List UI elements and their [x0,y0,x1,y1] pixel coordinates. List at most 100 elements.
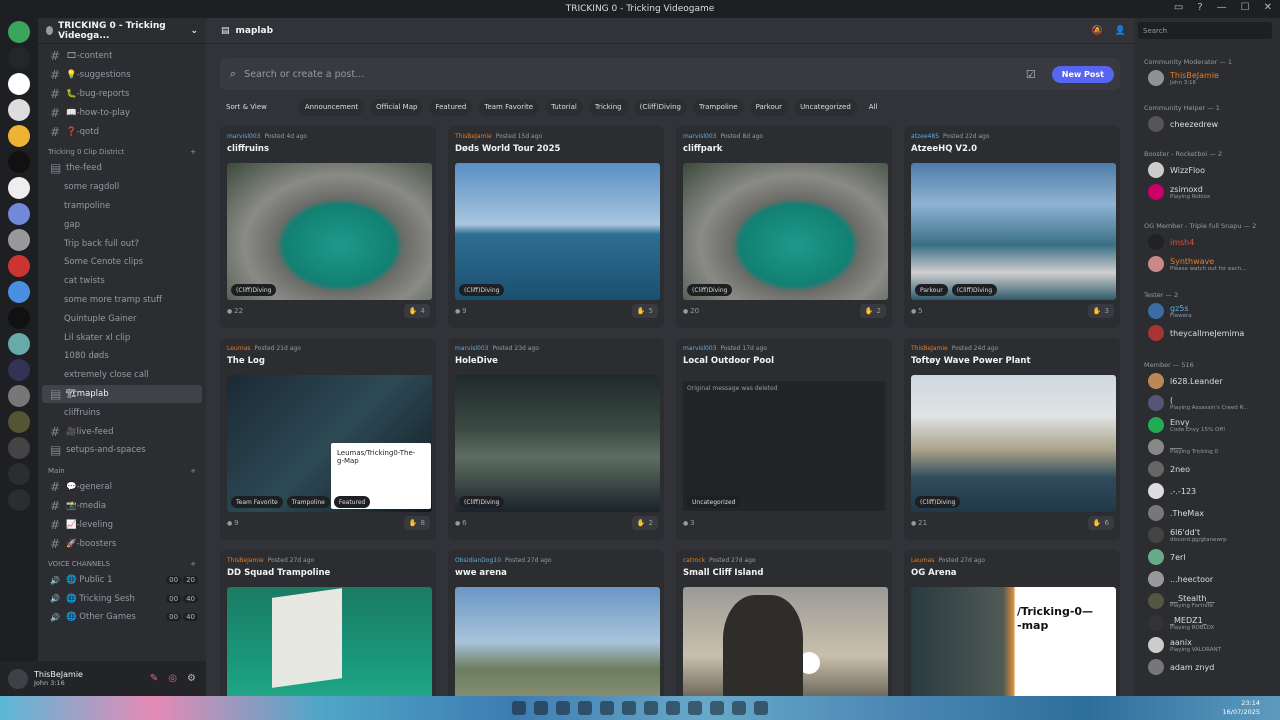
member-item[interactable]: aanix Playing VALORANT [1148,637,1221,653]
post-card[interactable]: ThisBeJamie Posted 24d ago Toftøy Wave Pow… [904,338,1120,540]
channel-item[interactable]: # 💬-general [38,478,206,497]
tag-filter[interactable]: Tricking [588,98,628,116]
member-item[interactable]: WizzFloo [1148,162,1205,178]
tag-filter[interactable]: Uncategorized [794,98,857,116]
post-card[interactable]: Leumas Posted 27d ago OG Arena/Tricking-0—… [904,550,1120,696]
taskbar-app-icon[interactable] [600,701,614,715]
post-card[interactable]: marvisl003 Posted 8d ago cliffpark (Cliff)D… [676,126,892,328]
reaction-button[interactable]: ✋ 4 [403,304,430,318]
tag-filter[interactable]: Team Favorite [478,98,540,116]
member-item[interactable]: 2neo [1148,461,1190,477]
member-item[interactable]: 7erl [1148,549,1186,565]
post-thumbnail[interactable] [683,587,888,696]
add-channel-icon[interactable]: + [190,560,196,568]
server-icon[interactable] [8,411,30,433]
tag-filter[interactable]: Parkour [749,98,789,116]
thread-item[interactable]: Quintuple Gainer [38,309,206,328]
post-thumbnail[interactable] [455,587,660,696]
channel-item[interactable]: # 🎞-content [38,47,206,66]
member-item[interactable]: ___ Playing Tricking 0 [1148,439,1218,455]
thread-item[interactable]: Lil skater xl clip [38,328,206,347]
post-card[interactable]: atzee485 Posted 22d ago AtzeeHQ V2.0 Parkou… [904,126,1120,328]
tag-filter[interactable]: Official Map [370,98,424,116]
server-icon[interactable] [8,47,30,69]
members-icon[interactable]: 👤 [1115,26,1126,36]
reaction-button[interactable]: ✋ 3 [1087,304,1114,318]
post-card[interactable]: ObsidianDog10 Posted 27d ago wwe arena [448,550,664,696]
checklist-icon[interactable]: ☑ [1026,68,1036,81]
member-item[interactable]: (Playing Assassin's Creed R... [1148,395,1248,411]
member-item[interactable]: ...heectoor [1148,571,1213,587]
post-author[interactable]: Leumas [911,557,934,564]
thread-item[interactable]: gap [38,215,206,234]
post-title[interactable]: Small Cliff Island [683,568,763,578]
server-icon[interactable] [8,359,30,381]
channel-item[interactable]: # 📖-how-to-play [38,103,206,122]
thread-item[interactable]: extremely close call [38,366,206,385]
add-channel-icon[interactable]: + [190,148,196,156]
channel-item[interactable]: # 💡-suggestions [38,66,206,85]
post-author[interactable]: ThisBeJamie [911,345,948,352]
post-author[interactable]: atzee485 [911,133,939,140]
tag-filter[interactable]: All [863,99,884,116]
member-item[interactable]: .-.-123 [1148,483,1196,499]
post-author[interactable]: marvisl003 [455,345,488,352]
server-icon[interactable] [8,125,30,147]
member-item[interactable]: 6l6'dd't discord.gg/gtanewrp [1148,527,1227,543]
post-card[interactable]: ThisBeJamie Posted 27d ago DD Squad Trampo… [220,550,436,696]
member-item[interactable]: imsh4 [1148,234,1194,250]
category-main[interactable]: Main + [38,460,206,478]
taskbar-app-icon[interactable] [732,701,746,715]
thread-item[interactable]: 1080 døds [38,347,206,366]
thread-item[interactable]: Some Cenote clips [38,253,206,272]
server-icon[interactable] [8,437,30,459]
close-icon[interactable]: ✕ [1264,2,1272,13]
channel-item[interactable]: # 🐛-bug-reports [38,85,206,104]
post-thumbnail[interactable] [455,163,660,300]
post-author[interactable]: marvisl003 [683,133,716,140]
post-title[interactable]: cliffpark [683,144,722,154]
taskbar-app-icon[interactable] [556,701,570,715]
server-icon[interactable] [8,151,30,173]
post-title[interactable]: Døds World Tour 2025 [455,144,560,154]
member-item[interactable]: _MEDZ1_ Playing ROBLOX [1148,615,1214,631]
channel-item[interactable]: # 📈-leveling [38,515,206,534]
category-voice[interactable]: VOICE CHANNELS + [38,553,206,571]
post-title[interactable]: HoleDive [455,356,498,366]
taskbar-app-icon[interactable] [710,701,724,715]
thread-item[interactable]: cliffruins [38,403,206,422]
channel-setups[interactable]: ▤ setups-and-spaces [38,441,206,460]
member-item[interactable]: gz5s Flewera [1148,303,1192,319]
post-title[interactable]: Local Outdoor Pool [683,356,774,366]
thread-item[interactable]: some more tramp stuff [38,291,206,310]
taskbar-app-icon[interactable] [578,701,592,715]
channel-item[interactable]: # 🚀-boosters [38,534,206,553]
post-author[interactable]: ObsidianDog10 [455,557,501,564]
server-icon[interactable] [8,229,30,251]
post-title[interactable]: OG Arena [911,568,956,578]
channel-maplab[interactable]: ▤ 🏗maplab [42,384,202,404]
post-author[interactable]: catrock [683,557,705,564]
post-author[interactable]: ThisBeJamie [227,557,264,564]
tag-filter[interactable]: Featured [429,98,473,116]
guild-header[interactable]: TRICKING 0 - Tricking Videoga... ⌄ [38,18,206,44]
taskbar-app-icon[interactable] [688,701,702,715]
minimize-icon[interactable]: — [1217,2,1227,13]
inbox-icon[interactable]: ▭ [1174,2,1183,13]
post-search-input[interactable]: Search or create a post... [244,69,364,80]
post-card[interactable]: marvisl003 Posted 4d ago cliffruins (Cliff)… [220,126,436,328]
server-icon[interactable] [8,21,30,43]
post-title[interactable]: Toftøy Wave Power Plant [911,356,1031,366]
server-icon[interactable] [8,281,30,303]
member-item[interactable]: theycallmeJemima [1148,325,1244,341]
post-search-bar[interactable]: ⌕ Search or create a post... ☑ New Post [220,58,1120,90]
server-icon[interactable] [8,385,30,407]
member-item[interactable]: ThisBeJamie John 3:16 [1148,70,1219,86]
post-card[interactable]: catrock Posted 27d ago Small Cliff Island [676,550,892,696]
taskbar-app-icon[interactable] [754,701,768,715]
thread-item[interactable]: Trip back full out? [38,234,206,253]
new-post-button[interactable]: New Post [1051,65,1114,83]
post-title[interactable]: DD Squad Trampoline [227,568,330,578]
server-icon[interactable] [8,489,30,511]
server-icon[interactable] [8,307,30,329]
